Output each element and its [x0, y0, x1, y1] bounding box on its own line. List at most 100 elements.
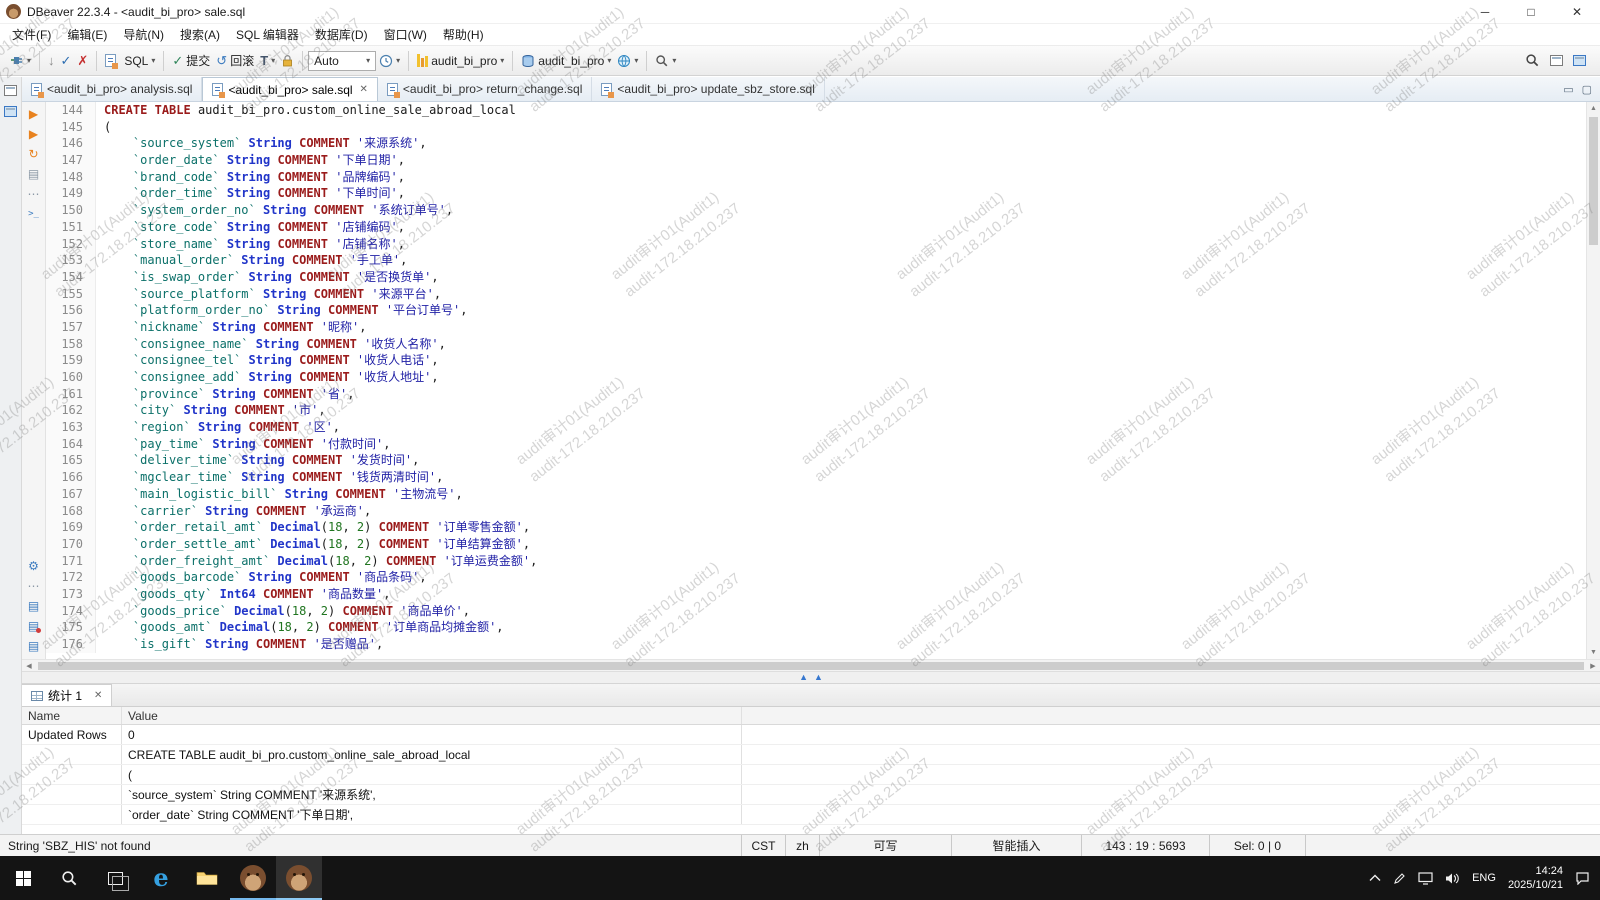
- lock-button[interactable]: [278, 52, 297, 69]
- code-line[interactable]: 164 `pay_time` String COMMENT '付款时间',: [46, 436, 1586, 453]
- quick-search-icon[interactable]: [1525, 53, 1540, 68]
- file-explorer-button[interactable]: [184, 856, 230, 900]
- code-line[interactable]: 162 `city` String COMMENT '市',: [46, 402, 1586, 419]
- vscroll-thumb[interactable]: [1589, 117, 1598, 245]
- database-navigator-icon[interactable]: [4, 106, 17, 117]
- minimize-view-icon[interactable]: ▭: [1563, 83, 1573, 96]
- horizontal-scrollbar[interactable]: ◀ ▶: [22, 659, 1600, 671]
- editor-tab[interactable]: <audit_bi_pro> sale.sql✕: [202, 77, 377, 101]
- close-tab-icon[interactable]: ✕: [360, 84, 368, 95]
- output-doc-icon[interactable]: ▤: [28, 600, 39, 613]
- maximize-button[interactable]: □: [1508, 0, 1554, 23]
- restore-panel-icon[interactable]: [4, 85, 17, 96]
- code-line[interactable]: 144CREATE TABLE audit_bi_pro.custom_onli…: [46, 102, 1586, 119]
- re-execute-icon[interactable]: ↻: [28, 148, 38, 161]
- open-perspective-icon[interactable]: [1550, 55, 1563, 66]
- code-line[interactable]: 165 `deliver_time` String COMMENT '发货时间'…: [46, 452, 1586, 469]
- scroll-up-icon[interactable]: ▲: [1587, 102, 1600, 115]
- taskbar-clock[interactable]: 14:24 2025/10/21: [1508, 864, 1563, 893]
- code-line[interactable]: 172 `goods_barcode` String COMMENT '商品条码…: [46, 569, 1586, 586]
- language-indicator[interactable]: ENG: [1472, 872, 1496, 884]
- code-line[interactable]: 160 `consignee_add` String COMMENT '收货人地…: [46, 369, 1586, 386]
- code-line[interactable]: 152 `store_name` String COMMENT '店铺名称',: [46, 236, 1586, 253]
- cancel-x-icon[interactable]: ✗: [74, 52, 91, 69]
- code-line[interactable]: 170 `order_settle_amt` Decimal(18, 2) CO…: [46, 536, 1586, 553]
- transaction-mode-button[interactable]: T ▾: [257, 52, 278, 69]
- close-button[interactable]: ✕: [1554, 0, 1600, 23]
- sash-up-icon[interactable]: ▲: [799, 673, 808, 682]
- code-line[interactable]: 173 `goods_qty` Int64 COMMENT '商品数量',: [46, 586, 1586, 603]
- minimize-button[interactable]: ─: [1462, 0, 1508, 23]
- code-line[interactable]: 147 `order_date` String COMMENT '下单日期',: [46, 152, 1586, 169]
- menu-item[interactable]: 导航(N): [115, 24, 172, 45]
- terminal-icon[interactable]: >_: [28, 208, 39, 221]
- code-line[interactable]: 169 `order_retail_amt` Decimal(18, 2) CO…: [46, 519, 1586, 536]
- edge-button[interactable]: e: [138, 856, 184, 900]
- code-line[interactable]: 158 `consignee_name` String COMMENT '收货人…: [46, 336, 1586, 353]
- taskbar-search-button[interactable]: [46, 856, 92, 900]
- scroll-left-icon[interactable]: ◀: [22, 662, 36, 670]
- menu-item[interactable]: 搜索(A): [172, 24, 228, 45]
- maximize-view-icon[interactable]: ▢: [1582, 83, 1592, 96]
- menu-item[interactable]: 数据库(D): [307, 24, 376, 45]
- code-line[interactable]: 171 `order_freight_amt` Decimal(18, 2) C…: [46, 553, 1586, 570]
- execute-statement-icon[interactable]: ▶: [29, 108, 38, 121]
- doc-edit-icon[interactable]: ▤: [28, 640, 39, 653]
- code-line[interactable]: 154 `is_swap_order` String COMMENT '是否换货…: [46, 269, 1586, 286]
- result-row[interactable]: `order_date` String COMMENT '下单日期',: [22, 805, 1600, 825]
- sql-editor-button[interactable]: SQL ▾: [102, 52, 158, 70]
- result-row[interactable]: (: [22, 765, 1600, 785]
- code-line[interactable]: 168 `carrier` String COMMENT '承运商',: [46, 503, 1586, 520]
- tray-volume-button[interactable]: [1445, 872, 1460, 885]
- toolbar-search-button[interactable]: ▾: [652, 52, 679, 70]
- menu-item[interactable]: 编辑(E): [59, 24, 115, 45]
- code-line[interactable]: 167 `main_logistic_bill` String COMMENT …: [46, 486, 1586, 503]
- doc-alert-icon[interactable]: ▤: [28, 620, 39, 633]
- editor-tab[interactable]: <audit_bi_pro> analysis.sql: [22, 77, 202, 101]
- menu-item[interactable]: SQL 编辑器: [228, 24, 307, 45]
- column-header-value[interactable]: Value: [122, 707, 742, 724]
- code-line[interactable]: 153 `manual_order` String COMMENT '手工单',: [46, 252, 1586, 269]
- new-connection-button[interactable]: ▾: [6, 51, 34, 70]
- code-line[interactable]: 157 `nickname` String COMMENT '昵称',: [46, 319, 1586, 336]
- gear-icon[interactable]: ⚙: [28, 560, 39, 573]
- close-results-tab-icon[interactable]: ✕: [94, 690, 102, 701]
- commit-button[interactable]: ✓ 提交: [169, 50, 213, 71]
- results-tab-stats[interactable]: 统计 1 ✕: [22, 684, 112, 706]
- code-line[interactable]: 149 `order_time` String COMMENT '下单时间',: [46, 185, 1586, 202]
- execute-script-icon[interactable]: ▶: [29, 128, 38, 141]
- transaction-log-button[interactable]: ▾: [376, 52, 403, 70]
- code-line[interactable]: 156 `platform_order_no` String COMMENT '…: [46, 302, 1586, 319]
- tray-pen-button[interactable]: [1393, 872, 1406, 885]
- code-line[interactable]: 155 `source_platform` String COMMENT '来源…: [46, 286, 1586, 303]
- hscroll-thumb[interactable]: [38, 662, 1584, 670]
- editor-tab[interactable]: <audit_bi_pro> update_sbz_store.sql: [592, 77, 824, 101]
- menu-item[interactable]: 窗口(W): [376, 24, 435, 45]
- dbeaver-taskbar-button[interactable]: [230, 856, 276, 900]
- hidden-icons-chevron[interactable]: [1369, 874, 1381, 882]
- code-line[interactable]: 175 `goods_amt` Decimal(18, 2) COMMENT '…: [46, 619, 1586, 636]
- code-line[interactable]: 163 `region` String COMMENT '区',: [46, 419, 1586, 436]
- autocommit-select[interactable]: Auto ▾: [308, 51, 376, 71]
- scroll-right-icon[interactable]: ▶: [1586, 662, 1600, 670]
- more-dots-icon[interactable]: ⋯: [28, 580, 40, 593]
- menu-item[interactable]: 文件(F): [4, 24, 59, 45]
- task-view-button[interactable]: [92, 856, 138, 900]
- fetch-arrow-icon[interactable]: ↓: [45, 52, 58, 69]
- perspective-icon[interactable]: [1573, 55, 1586, 66]
- result-row[interactable]: Updated Rows0: [22, 725, 1600, 745]
- code-line[interactable]: 159 `consignee_tel` String COMMENT '收货人电…: [46, 352, 1586, 369]
- code-line[interactable]: 176 `is_gift` String COMMENT '是否赠品',: [46, 636, 1586, 653]
- code-line[interactable]: 174 `goods_price` Decimal(18, 2) COMMENT…: [46, 603, 1586, 620]
- sql-editor[interactable]: 144CREATE TABLE audit_bi_pro.custom_onli…: [46, 102, 1586, 659]
- dbeaver-taskbar-button-active[interactable]: [276, 856, 322, 900]
- action-center-button[interactable]: [1575, 871, 1590, 885]
- code-line[interactable]: 145(: [46, 119, 1586, 136]
- column-header-name[interactable]: Name: [22, 707, 122, 724]
- rollback-button[interactable]: ↺ 回滚: [213, 50, 257, 71]
- code-line[interactable]: 150 `system_order_no` String COMMENT '系统…: [46, 202, 1586, 219]
- code-line[interactable]: 148 `brand_code` String COMMENT '品牌编码',: [46, 169, 1586, 186]
- result-row[interactable]: CREATE TABLE audit_bi_pro.custom_online_…: [22, 745, 1600, 765]
- explain-plan-icon[interactable]: ▤: [28, 168, 39, 181]
- vertical-scrollbar[interactable]: ▲ ▼: [1586, 102, 1600, 659]
